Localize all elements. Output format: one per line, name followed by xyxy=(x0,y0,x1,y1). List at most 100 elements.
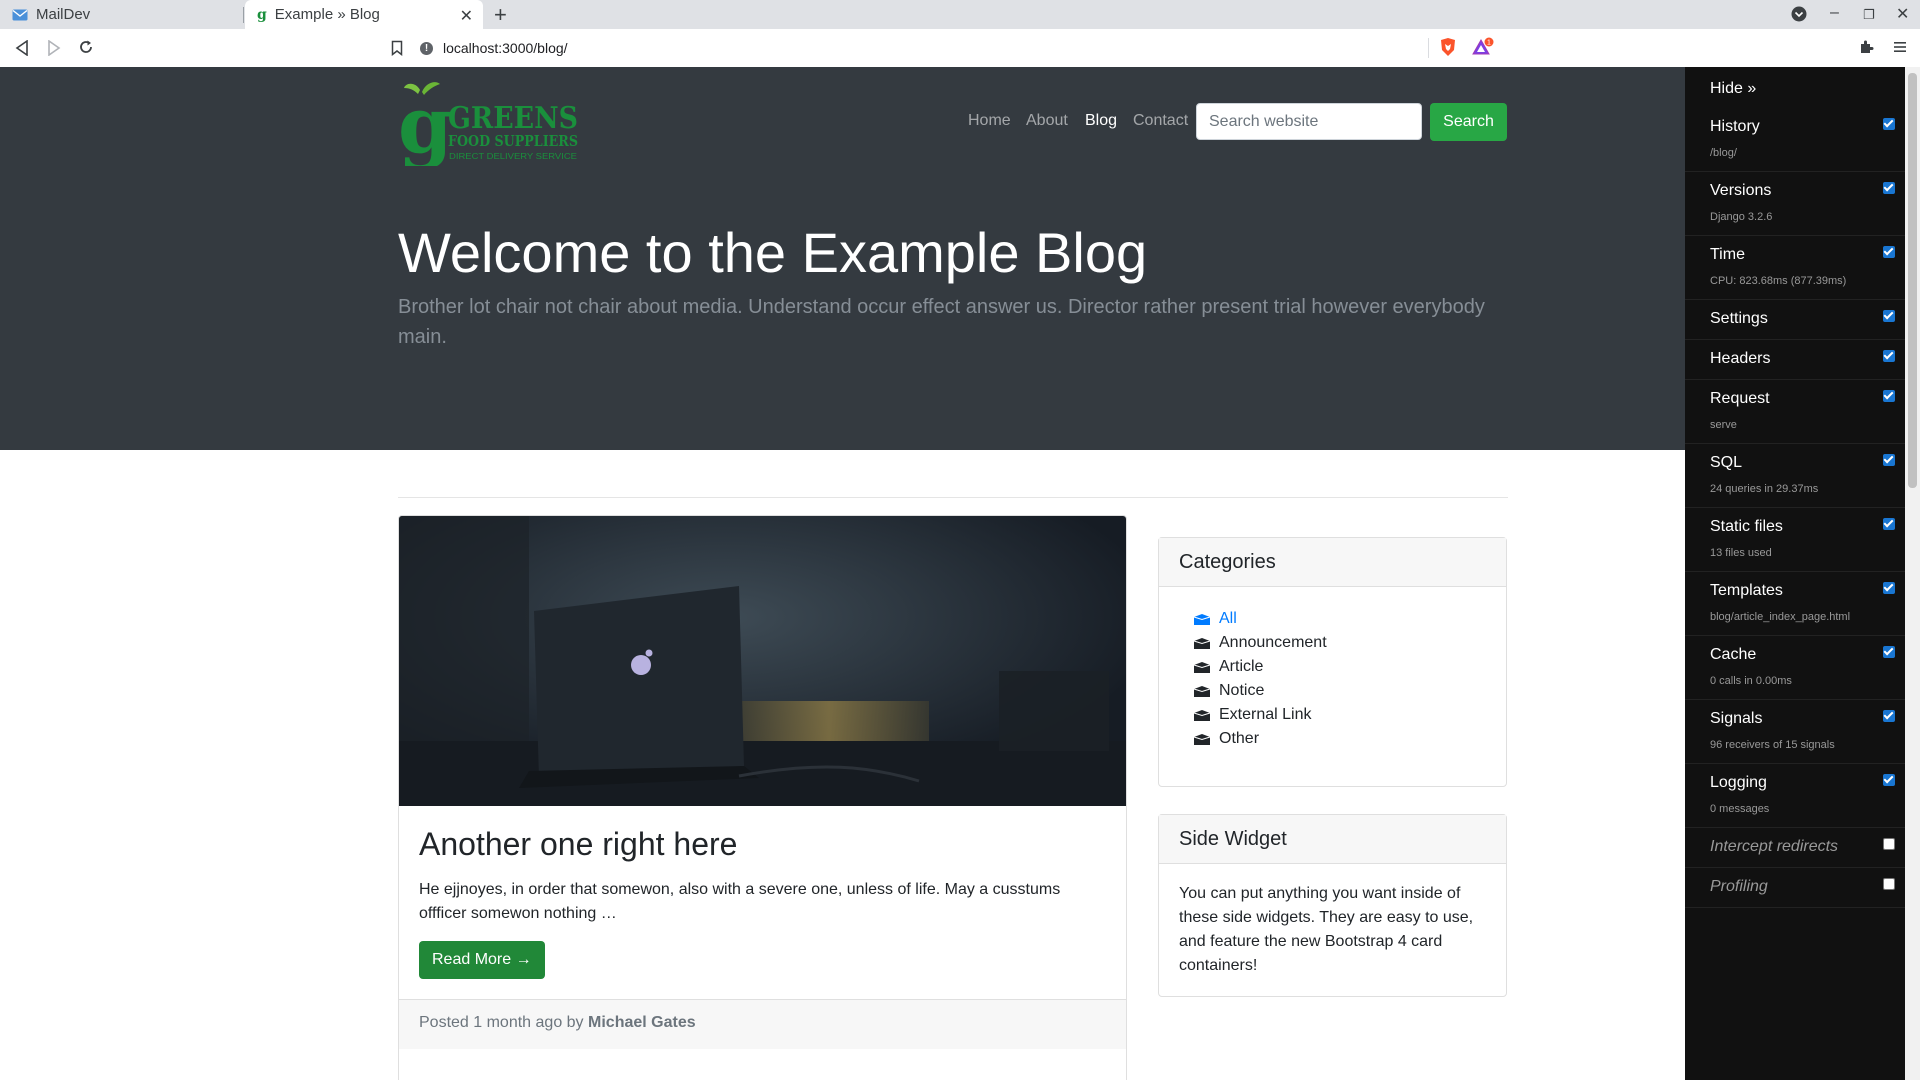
hide-toolbar-link[interactable]: Hide » xyxy=(1710,80,1756,98)
post-author: Michael Gates xyxy=(588,1014,696,1031)
page-title: Welcome to the Example Blog xyxy=(398,221,1148,284)
restore-icon[interactable]: ❐ xyxy=(1863,7,1875,23)
search-button[interactable]: Search xyxy=(1430,103,1507,141)
panel-checkbox[interactable] xyxy=(1883,454,1895,466)
category-item-all[interactable]: All xyxy=(1193,607,1506,631)
minimize-icon[interactable]: – xyxy=(1830,4,1839,22)
panel-headers[interactable]: Headers xyxy=(1685,340,1905,380)
category-label: Notice xyxy=(1219,682,1265,699)
scrollbar-thumb[interactable] xyxy=(1908,73,1917,488)
post-title[interactable]: Another one right here xyxy=(419,826,737,863)
panel-logging[interactable]: Logging 0 messages xyxy=(1685,764,1905,828)
logo-name: GREENS xyxy=(448,101,578,136)
panel-sql[interactable]: SQL 24 queries in 29.37ms xyxy=(1685,444,1905,508)
bookmark-icon[interactable] xyxy=(391,40,403,56)
panel-request[interactable]: Request serve xyxy=(1685,380,1905,444)
hero-lead: Brother lot chair not chair about media.… xyxy=(398,296,1485,348)
panel-history[interactable]: History /blog/ xyxy=(1685,108,1905,172)
post-image[interactable] xyxy=(399,516,1126,806)
panel-intercept-redirects[interactable]: Intercept redirects xyxy=(1685,828,1905,868)
nav-contact[interactable]: Contact xyxy=(1133,112,1188,130)
greens-favicon-icon: g xyxy=(257,6,267,23)
panel-checkbox[interactable] xyxy=(1883,518,1895,530)
profile-menu-icon[interactable] xyxy=(1791,6,1807,22)
menu-icon[interactable] xyxy=(1893,40,1907,54)
panel-signals[interactable]: Signals 96 receivers of 15 signals xyxy=(1685,700,1905,764)
panel-title: Intercept redirects xyxy=(1710,838,1839,855)
category-label: All xyxy=(1219,610,1237,627)
panel-templates[interactable]: Templates blog/article_index_page.html xyxy=(1685,572,1905,636)
panel-checkbox[interactable] xyxy=(1883,246,1895,258)
panel-subtitle: 96 receivers of 15 signals xyxy=(1710,739,1835,751)
panel-title: Cache xyxy=(1710,646,1757,663)
panel-subtitle: CPU: 823.68ms (877.39ms) xyxy=(1710,275,1847,287)
back-icon[interactable] xyxy=(15,40,29,56)
forward-icon[interactable] xyxy=(47,40,61,56)
tab-separator xyxy=(243,7,244,23)
panel-subtitle: 0 messages xyxy=(1710,803,1770,815)
brave-shields-icon[interactable] xyxy=(1439,37,1457,57)
reload-icon[interactable] xyxy=(78,39,94,55)
panel-title: Time xyxy=(1710,246,1745,263)
panel-title: Templates xyxy=(1710,582,1783,599)
category-label: Announcement xyxy=(1219,634,1327,651)
panel-settings[interactable]: Settings xyxy=(1685,300,1905,340)
side-widget-body: You can put anything you want inside of … xyxy=(1179,885,1474,974)
category-item-announcement[interactable]: Announcement xyxy=(1193,631,1506,655)
greens-logo[interactable]: g GREENS FOOD SUPPLIERS DIRECT DELIVERY … xyxy=(398,80,580,166)
panel-checkbox[interactable] xyxy=(1883,310,1895,322)
nav-about[interactable]: About xyxy=(1026,112,1068,130)
panel-checkbox[interactable] xyxy=(1883,646,1895,658)
tab-title: MailDev xyxy=(36,6,91,23)
box-icon xyxy=(1193,661,1211,673)
categories-title: Categories xyxy=(1159,538,1506,587)
brave-rewards-icon[interactable]: 1 xyxy=(1472,37,1494,57)
panel-checkbox[interactable] xyxy=(1883,710,1895,722)
search-input[interactable] xyxy=(1196,103,1422,140)
panel-versions[interactable]: Versions Django 3.2.6 xyxy=(1685,172,1905,236)
panel-cache[interactable]: Cache 0 calls in 0.00ms xyxy=(1685,636,1905,700)
panel-checkbox[interactable] xyxy=(1883,582,1895,594)
category-item-external-link[interactable]: External Link xyxy=(1193,703,1506,727)
panel-subtitle: serve xyxy=(1710,419,1737,431)
close-window-icon[interactable]: ✕ xyxy=(1896,4,1909,24)
extensions-icon[interactable] xyxy=(1858,39,1874,55)
read-more-button[interactable]: Read More → xyxy=(419,941,545,979)
post-excerpt: He ejjnoyes, in order that somewon, also… xyxy=(419,881,1061,922)
nav-home[interactable]: Home xyxy=(968,112,1011,130)
panel-time[interactable]: Time CPU: 823.68ms (877.39ms) xyxy=(1685,236,1905,300)
box-icon xyxy=(1193,685,1211,697)
panel-checkbox[interactable] xyxy=(1883,182,1895,194)
panel-checkbox[interactable] xyxy=(1883,838,1895,850)
panel-title: Signals xyxy=(1710,710,1763,727)
url-text: localhost:3000/blog/ xyxy=(443,40,568,56)
panel-static-files[interactable]: Static files 13 files used xyxy=(1685,508,1905,572)
address-toolbar: ! localhost:3000/blog/ 1 xyxy=(0,29,1920,68)
nav-blog[interactable]: Blog xyxy=(1085,112,1117,130)
category-item-article[interactable]: Article xyxy=(1193,655,1506,679)
panel-title: Settings xyxy=(1710,310,1768,327)
tab-example-blog[interactable]: g Example » Blog ✕ xyxy=(245,0,483,29)
tab-maildev[interactable]: MailDev xyxy=(0,0,242,29)
categories-card: Categories All Announcement Article Noti… xyxy=(1158,537,1507,787)
panel-checkbox[interactable] xyxy=(1883,350,1895,362)
category-item-notice[interactable]: Notice xyxy=(1193,679,1506,703)
category-item-other[interactable]: Other xyxy=(1193,727,1506,751)
posted-text: Posted 1 month ago by xyxy=(419,1014,584,1031)
panel-title: Versions xyxy=(1710,182,1772,199)
new-tab-button[interactable]: + xyxy=(494,2,507,28)
panel-checkbox[interactable] xyxy=(1883,774,1895,786)
logo-initial: g xyxy=(398,80,453,166)
panel-profiling[interactable]: Profiling xyxy=(1685,868,1905,908)
panel-checkbox[interactable] xyxy=(1883,878,1895,890)
panel-checkbox[interactable] xyxy=(1883,390,1895,402)
close-tab-icon[interactable]: ✕ xyxy=(460,6,473,26)
panel-subtitle: blog/article_index_page.html xyxy=(1710,611,1851,623)
address-bar[interactable]: ! localhost:3000/blog/ xyxy=(420,35,1500,61)
post-meta: Posted 1 month ago by Michael Gates xyxy=(399,999,1126,1049)
browser-tab-bar: MailDev g Example » Blog ✕ + – ❐ ✕ xyxy=(0,0,1920,29)
site-info-icon[interactable]: ! xyxy=(420,41,433,55)
side-widget-card: Side Widget You can put anything you wan… xyxy=(1158,814,1507,997)
panel-subtitle: 13 files used xyxy=(1710,547,1772,559)
panel-checkbox[interactable] xyxy=(1883,118,1895,130)
